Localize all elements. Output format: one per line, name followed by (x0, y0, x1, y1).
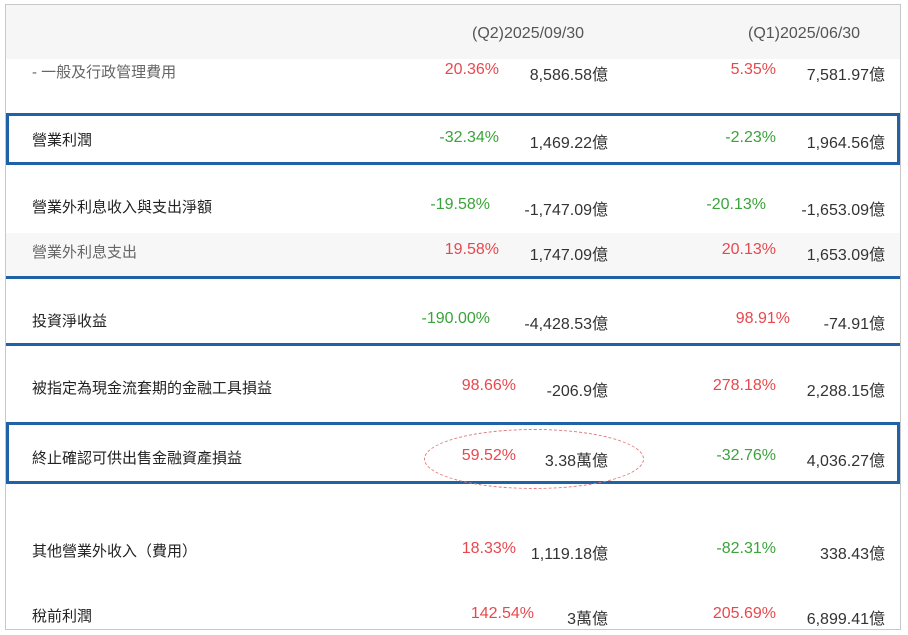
q1-percent: -82.31% (716, 540, 776, 557)
q1-value: 2,288.15億 (806, 383, 885, 400)
q2-value: -1,747.09億 (524, 202, 608, 219)
annotation-ellipse (424, 429, 644, 489)
q2-value: 1,469.22億 (529, 135, 608, 152)
q2-percent: -190.00% (421, 310, 491, 327)
q2-value: 1,747.09億 (529, 247, 608, 264)
q2-percent: 18.33% (461, 540, 516, 557)
q2-percent: 19.58% (444, 241, 499, 258)
row-label: 被指定為現金流套期的金融工具損益 (32, 380, 273, 397)
q2-percent: -19.58% (430, 196, 490, 213)
q1-percent: 278.18% (712, 377, 776, 394)
q1-value: 4,036.27億 (806, 453, 885, 470)
q2-percent: 142.54% (470, 605, 534, 622)
q1-percent: -32.76% (716, 447, 776, 464)
q1-value: 6,899.41億 (806, 611, 885, 628)
row-label: 營業利潤 (32, 132, 93, 149)
q2-value: 8,586.58億 (529, 67, 608, 84)
column-header-q2: (Q2)2025/09/30 (472, 25, 585, 42)
q1-percent: 98.91% (735, 310, 790, 327)
table-header: (Q2)2025/09/30 (Q1)2025/06/30 (6, 5, 900, 59)
q1-percent: 5.35% (730, 61, 776, 78)
q2-percent: 98.66% (461, 377, 516, 394)
q2-percent: -32.34% (439, 129, 499, 146)
q1-value: -74.91億 (823, 316, 885, 333)
q1-value: 7,581.97億 (806, 67, 885, 84)
row-label: 終止確認可供出售金融資產損益 (32, 450, 243, 467)
q1-percent: -20.13% (706, 196, 766, 213)
separator-line (6, 343, 900, 346)
q2-value: -206.9億 (546, 383, 608, 400)
q1-value: 1,964.56億 (806, 135, 885, 152)
q1-value: 1,653.09億 (806, 247, 885, 264)
row-label: 營業外利息收入與支出淨額 (32, 199, 213, 216)
q1-percent: 205.69% (712, 605, 776, 622)
financial-table: (Q2)2025/09/30 (Q1)2025/06/30 - 一般及行政管理費… (5, 4, 901, 630)
row-label: 其他營業外收入（費用） (32, 543, 198, 560)
row-label: 營業外利息支出 (32, 244, 138, 261)
q1-percent: 20.13% (721, 241, 776, 258)
q2-value: -4,428.53億 (524, 316, 608, 333)
q2-percent: 20.36% (444, 61, 499, 78)
q1-value: 338.43億 (820, 546, 885, 563)
separator-line (6, 276, 900, 279)
row-label: 投資淨收益 (32, 313, 108, 330)
q2-value: 3萬億 (567, 611, 608, 628)
q1-value: -1,653.09億 (801, 202, 885, 219)
column-header-q1: (Q1)2025/06/30 (748, 25, 861, 42)
row-label: 稅前利潤 (32, 608, 93, 625)
row-label: - 一般及行政管理費用 (32, 64, 177, 81)
q2-value: 1,119.18億 (530, 546, 608, 563)
q1-percent: -2.23% (725, 129, 776, 146)
